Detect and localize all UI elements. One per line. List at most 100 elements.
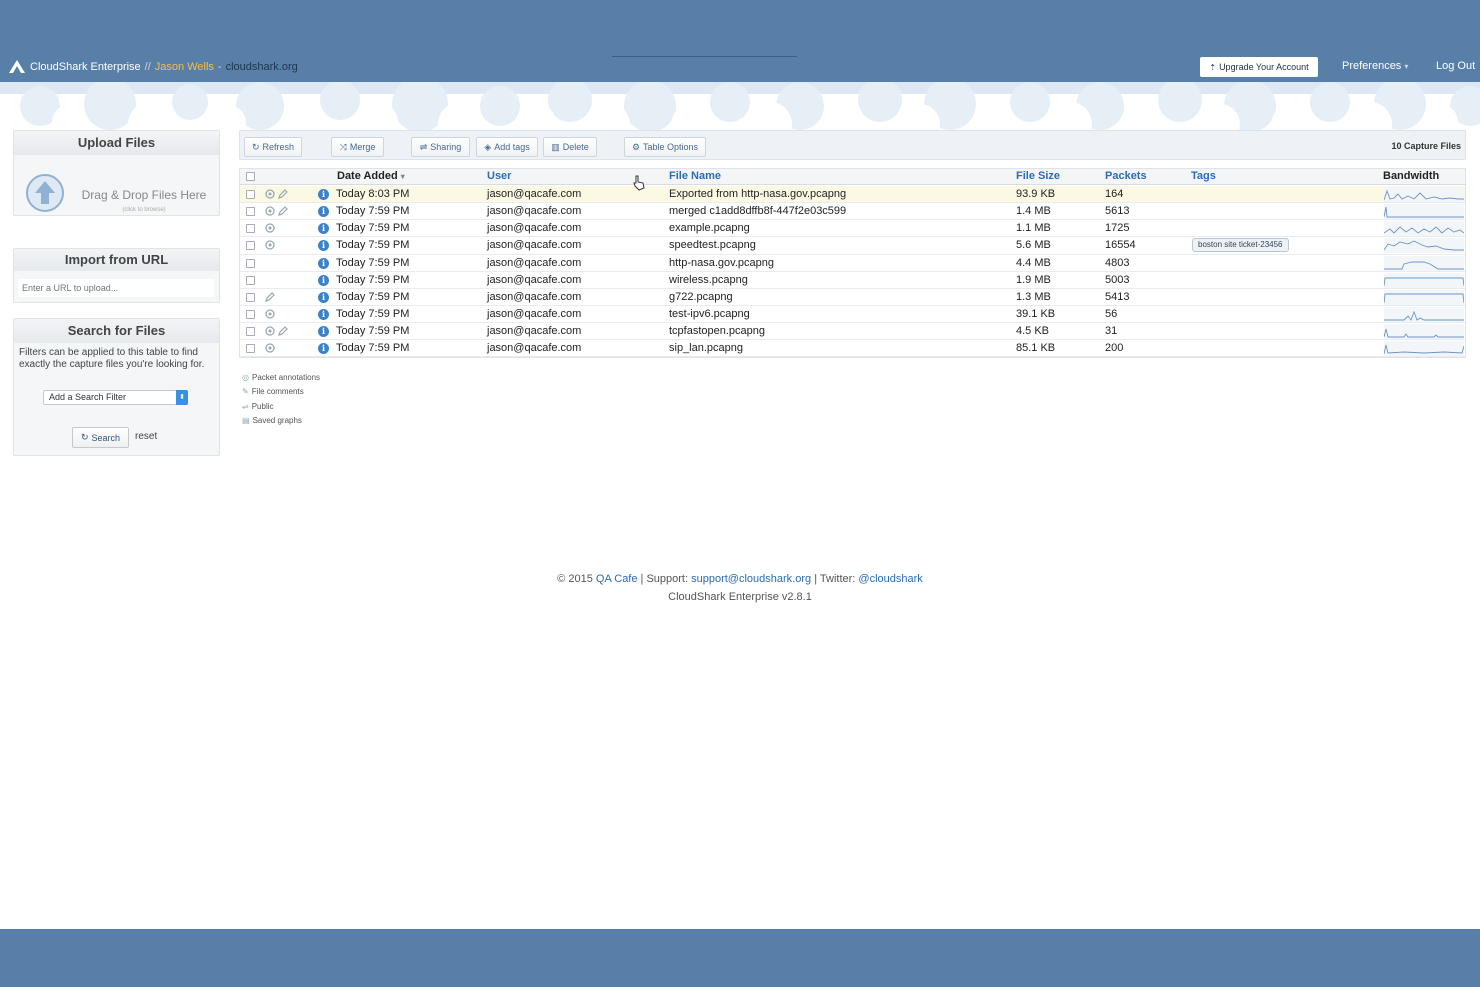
annotation-icon[interactable] <box>265 206 275 216</box>
logout-link[interactable]: Log Out <box>1436 60 1475 72</box>
info-icon[interactable]: i <box>318 343 329 354</box>
upload-arrow-icon[interactable] <box>25 173 65 213</box>
info-icon[interactable]: i <box>318 275 329 286</box>
info-icon[interactable]: i <box>318 292 329 303</box>
page-footer: © 2015 QA Cafe | Support: support@clouds… <box>0 570 1480 606</box>
table-row[interactable]: i Today 7:59 PM jason@qacafe.com tcpfastope… <box>240 323 1465 340</box>
info-icon[interactable]: i <box>318 326 329 337</box>
row-checkbox[interactable] <box>246 293 255 302</box>
delete-button[interactable]: ▥ Delete <box>543 137 597 157</box>
table-row[interactable]: i Today 7:59 PM jason@qacafe.com merged c1a… <box>240 203 1465 220</box>
cloudshark-logo-icon[interactable] <box>8 59 26 75</box>
select-all-checkbox[interactable] <box>246 172 255 181</box>
cell-file-name[interactable]: merged c1add8dffb8f-447f2e03c599 <box>669 205 846 217</box>
column-file-size[interactable]: File Size <box>1016 170 1060 182</box>
legend-annotations: ◎ Packet annotations <box>242 370 320 385</box>
cell-file-name[interactable]: sip_lan.pcapng <box>669 342 743 354</box>
upgrade-account-button[interactable]: ⇡ Upgrade Your Account <box>1200 57 1318 77</box>
table-options-button[interactable]: ⚙ Table Options <box>624 137 706 157</box>
cell-file-name[interactable]: g722.pcapng <box>669 291 733 303</box>
drop-zone-label[interactable]: Drag & Drop Files Here <box>74 188 214 202</box>
click-to-browse[interactable]: (click to browse) <box>74 207 214 213</box>
annotation-icon[interactable] <box>265 189 275 199</box>
cell-file-size: 93.9 KB <box>1016 188 1056 200</box>
row-checkbox[interactable] <box>246 327 255 336</box>
product-name[interactable]: CloudShark Enterprise <box>30 61 141 73</box>
info-icon[interactable]: i <box>318 206 329 217</box>
search-button[interactable]: ↻ Search <box>72 427 129 448</box>
row-checkbox[interactable] <box>246 190 255 199</box>
bandwidth-sparkline <box>1384 273 1464 288</box>
reset-link[interactable]: reset <box>135 431 157 442</box>
pencil-icon[interactable] <box>278 206 288 216</box>
info-icon[interactable]: i <box>318 223 329 234</box>
domain-link[interactable]: cloudshark.org <box>226 61 298 73</box>
column-tags[interactable]: Tags <box>1191 170 1216 182</box>
user-name-link[interactable]: Jason Wells <box>155 61 214 73</box>
table-row[interactable]: i Today 7:59 PM jason@qacafe.com test-ipv6.… <box>240 306 1465 323</box>
support-email-link[interactable]: support@cloudshark.org <box>691 573 811 585</box>
add-tags-label: Add tags <box>494 142 530 152</box>
pencil-icon[interactable] <box>278 326 288 336</box>
table-row[interactable]: i Today 8:03 PM jason@qacafe.com Exported f… <box>240 186 1465 203</box>
info-icon[interactable]: i <box>318 258 329 269</box>
sharing-button[interactable]: ⇌ Sharing <box>411 137 470 157</box>
date-column-label: Date Added <box>337 170 398 182</box>
cell-file-name[interactable]: wireless.pcapng <box>669 274 748 286</box>
twitter-link[interactable]: @cloudshark <box>858 573 922 585</box>
icon-legend: ◎ Packet annotations ✎ File comments ⇌ P… <box>242 370 320 428</box>
row-checkbox[interactable] <box>246 276 255 285</box>
import-title: Import from URL <box>14 249 219 271</box>
column-user[interactable]: User <box>487 170 511 182</box>
cell-date: Today 7:59 PM <box>336 222 410 234</box>
row-checkbox[interactable] <box>246 207 255 216</box>
annotation-icon[interactable] <box>265 343 275 353</box>
pencil-icon[interactable] <box>278 189 288 199</box>
info-icon[interactable]: i <box>318 309 329 320</box>
row-checkbox[interactable] <box>246 344 255 353</box>
cell-date: Today 7:59 PM <box>336 239 410 251</box>
annotation-icon[interactable] <box>265 240 275 250</box>
cell-file-name[interactable]: test-ipv6.pcapng <box>669 308 750 320</box>
add-tags-button[interactable]: ◈ Add tags <box>476 137 538 157</box>
row-checkbox[interactable] <box>246 241 255 250</box>
row-checkbox[interactable] <box>246 224 255 233</box>
table-row[interactable]: i Today 7:59 PM jason@qacafe.com wireless.p… <box>240 272 1465 289</box>
search-filter-select[interactable]: Add a Search Filter ⬍ <box>43 390 188 405</box>
cell-file-size: 39.1 KB <box>1016 308 1056 320</box>
merge-button[interactable]: ⤨ Merge <box>331 137 384 157</box>
column-file-name[interactable]: File Name <box>669 170 721 182</box>
cell-packets: 5003 <box>1105 274 1130 286</box>
legend-graphs-label: Saved graphs <box>252 416 302 426</box>
annotation-icon[interactable] <box>265 223 275 233</box>
legend-comments: ✎ File comments <box>242 385 320 400</box>
row-checkbox[interactable] <box>246 259 255 268</box>
info-icon[interactable]: i <box>318 189 329 200</box>
pencil-icon[interactable] <box>265 292 275 302</box>
cell-file-name[interactable]: tcpfastopen.pcapng <box>669 325 765 337</box>
tag-badge[interactable]: boston site ticket-23456 <box>1192 238 1289 252</box>
row-checkbox[interactable] <box>246 310 255 319</box>
bandwidth-sparkline <box>1384 187 1464 202</box>
table-row[interactable]: i Today 7:59 PM jason@qacafe.com http-nasa.… <box>240 255 1465 272</box>
preferences-menu[interactable]: Preferences ▾ <box>1342 60 1408 72</box>
url-input[interactable] <box>18 279 214 297</box>
table-row[interactable]: i Today 7:59 PM jason@qacafe.com sip_lan.pc… <box>240 340 1465 357</box>
cell-file-name[interactable]: example.pcapng <box>669 222 750 234</box>
sort-desc-icon: ▾ <box>400 172 405 181</box>
annotation-icon[interactable] <box>265 309 275 319</box>
clouds-banner <box>0 82 1480 132</box>
cell-file-name[interactable]: speedtest.pcapng <box>669 239 756 251</box>
annotation-icon[interactable] <box>265 326 275 336</box>
info-icon[interactable]: i <box>318 240 329 251</box>
cell-file-name[interactable]: Exported from http-nasa.gov.pcapng <box>669 188 846 200</box>
legend-comments-label: File comments <box>251 387 304 397</box>
refresh-button[interactable]: ↻ Refresh <box>244 137 302 157</box>
table-row[interactable]: i Today 7:59 PM jason@qacafe.com example.pc… <box>240 220 1465 237</box>
company-link[interactable]: QA Cafe <box>596 573 638 585</box>
column-date-added[interactable]: Date Added ▾ <box>337 170 405 182</box>
cell-file-name[interactable]: http-nasa.gov.pcapng <box>669 257 774 269</box>
table-row[interactable]: i Today 7:59 PM jason@qacafe.com g722.pcapn… <box>240 289 1465 306</box>
table-row[interactable]: i Today 7:59 PM jason@qacafe.com speedtest.… <box>240 237 1465 255</box>
column-packets[interactable]: Packets <box>1105 170 1147 182</box>
